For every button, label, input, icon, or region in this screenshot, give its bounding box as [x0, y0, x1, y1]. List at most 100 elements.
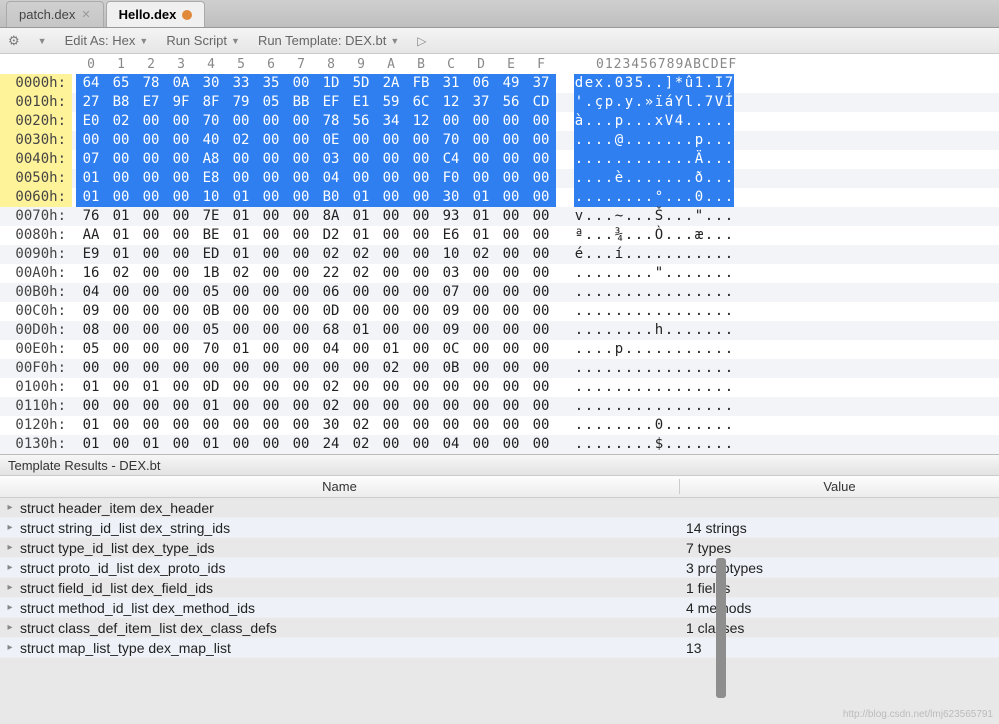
ascii-char[interactable]: .	[684, 321, 694, 340]
hex-byte[interactable]: 01	[106, 226, 136, 245]
ascii-char[interactable]: .	[654, 74, 664, 93]
ascii-char[interactable]: .	[724, 359, 734, 378]
hex-byte[interactable]: 00	[106, 150, 136, 169]
hex-byte[interactable]: 00	[166, 226, 196, 245]
hex-byte[interactable]: 01	[106, 207, 136, 226]
hex-byte[interactable]: 33	[226, 74, 256, 93]
hex-byte[interactable]: E8	[196, 169, 226, 188]
ascii-char[interactable]: .	[704, 359, 714, 378]
play-icon[interactable]: ▷	[417, 34, 426, 48]
ascii-char[interactable]: .	[634, 435, 644, 454]
hex-byte[interactable]: 1D	[316, 74, 346, 93]
hex-byte[interactable]: 00	[256, 150, 286, 169]
ascii-char[interactable]: .	[644, 150, 654, 169]
hex-byte[interactable]: 00	[256, 207, 286, 226]
hex-byte[interactable]: 00	[466, 378, 496, 397]
ascii-char[interactable]: 7	[704, 93, 714, 112]
ascii-char[interactable]: .	[634, 207, 644, 226]
hex-byte[interactable]: 00	[256, 321, 286, 340]
hex-byte[interactable]: 02	[346, 435, 376, 454]
hex-byte[interactable]: 8A	[316, 207, 346, 226]
ascii-char[interactable]: .	[604, 397, 614, 416]
ascii-char[interactable]: ç	[594, 93, 604, 112]
ascii-char[interactable]: .	[594, 435, 604, 454]
ascii-char[interactable]: .	[624, 397, 634, 416]
hex-byte[interactable]: 9F	[166, 93, 196, 112]
ascii-char[interactable]: .	[684, 397, 694, 416]
ascii-char[interactable]: .	[714, 378, 724, 397]
ascii-char[interactable]: '	[574, 93, 584, 112]
ascii-char[interactable]: .	[594, 378, 604, 397]
hex-byte[interactable]: 05	[196, 283, 226, 302]
hex-row[interactable]: 00D0h:08000000050000006801000009000000..…	[0, 321, 999, 340]
ascii-char[interactable]: .	[624, 416, 634, 435]
ascii-char[interactable]: .	[694, 93, 704, 112]
ascii-char[interactable]: .	[574, 131, 584, 150]
hex-byte[interactable]: 00	[286, 112, 316, 131]
hex-byte[interactable]: 00	[406, 416, 436, 435]
ascii-char[interactable]: .	[574, 397, 584, 416]
ascii-char[interactable]: .	[574, 264, 584, 283]
hex-byte[interactable]: 00	[286, 340, 316, 359]
hex-byte[interactable]: 00	[196, 416, 226, 435]
hex-byte[interactable]: 00	[496, 169, 526, 188]
ascii-char[interactable]: .	[704, 397, 714, 416]
ascii-char[interactable]: .	[704, 112, 714, 131]
hex-byte[interactable]: 0E	[316, 131, 346, 150]
ascii-char[interactable]: .	[684, 226, 694, 245]
template-row[interactable]: ▸struct type_id_list dex_type_ids7 types	[0, 538, 999, 558]
hex-byte[interactable]: 10	[196, 188, 226, 207]
ascii-char[interactable]: .	[644, 188, 654, 207]
ascii-char[interactable]: .	[604, 283, 614, 302]
ascii-char[interactable]: .	[684, 131, 694, 150]
ascii-char[interactable]: .	[624, 226, 634, 245]
chevron-down-icon[interactable]: ▼	[38, 36, 47, 46]
hex-byte[interactable]: 01	[346, 188, 376, 207]
ascii-char[interactable]: .	[704, 150, 714, 169]
ascii-char[interactable]: .	[714, 359, 724, 378]
ascii-char[interactable]: .	[664, 207, 674, 226]
ascii-char[interactable]: .	[604, 150, 614, 169]
hex-byte[interactable]: 00	[256, 169, 286, 188]
ascii-char[interactable]: d	[574, 74, 584, 93]
hex-byte[interactable]: 00	[106, 188, 136, 207]
ascii-char[interactable]: .	[634, 302, 644, 321]
hex-byte[interactable]: 00	[136, 245, 166, 264]
ascii-char[interactable]: .	[594, 283, 604, 302]
ascii-char[interactable]: .	[694, 359, 704, 378]
hex-byte[interactable]: 00	[256, 264, 286, 283]
hex-byte[interactable]: 01	[346, 207, 376, 226]
gear-icon[interactable]: ⚙	[8, 33, 20, 49]
hex-byte[interactable]: 00	[406, 207, 436, 226]
ascii-char[interactable]: ï	[654, 93, 664, 112]
ascii-char[interactable]: .	[674, 150, 684, 169]
ascii-char[interactable]: .	[604, 359, 614, 378]
ascii-char[interactable]: .	[724, 264, 734, 283]
ascii-char[interactable]: .	[714, 283, 724, 302]
hex-byte[interactable]: 00	[406, 378, 436, 397]
hex-byte[interactable]: 01	[76, 169, 106, 188]
hex-byte[interactable]: 00	[226, 150, 256, 169]
hex-byte[interactable]: 02	[346, 245, 376, 264]
ascii-char[interactable]: .	[674, 264, 684, 283]
ascii-char[interactable]: v	[574, 207, 584, 226]
ascii-char[interactable]: .	[604, 435, 614, 454]
hex-byte[interactable]: 00	[406, 340, 436, 359]
ascii-char[interactable]: .	[604, 340, 614, 359]
hex-byte[interactable]: 00	[286, 264, 316, 283]
ascii-char[interactable]: .	[724, 283, 734, 302]
ascii-char[interactable]: l	[684, 93, 694, 112]
hex-byte[interactable]: 1B	[196, 264, 226, 283]
hex-byte[interactable]: 00	[106, 435, 136, 454]
hex-byte[interactable]: 00	[286, 283, 316, 302]
ascii-char[interactable]: .	[674, 131, 684, 150]
hex-byte[interactable]: 00	[286, 245, 316, 264]
ascii-char[interactable]: .	[724, 416, 734, 435]
hex-byte[interactable]: 00	[346, 397, 376, 416]
hex-byte[interactable]: 00	[526, 397, 556, 416]
hex-byte[interactable]: 00	[106, 359, 136, 378]
ascii-char[interactable]: .	[724, 112, 734, 131]
ascii-char[interactable]: .	[614, 359, 624, 378]
ascii-char[interactable]: .	[594, 188, 604, 207]
ascii-char[interactable]: $	[654, 435, 664, 454]
